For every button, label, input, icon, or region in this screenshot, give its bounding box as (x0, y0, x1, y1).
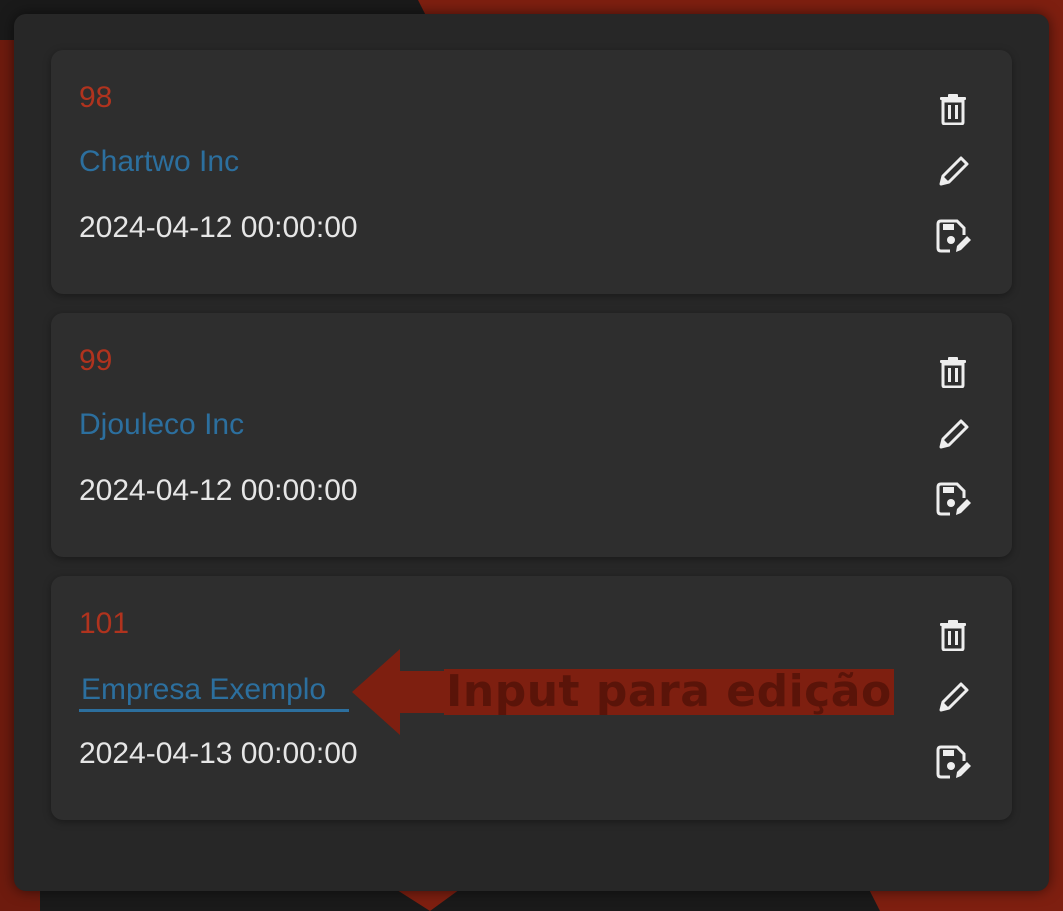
record-date: 2024-04-12 00:00:00 (79, 211, 358, 244)
app-root: { "records": [ {"id": "98", "name": "Cha… (0, 0, 1063, 911)
record-id: 101 (79, 607, 130, 640)
save-edit-icon (936, 745, 971, 779)
record-card: 98 Chartwo Inc 2024-04-12 00:00:00 (51, 50, 1012, 294)
record-card: 99 Djouleco Inc 2024-04-12 00:00:00 (51, 313, 1012, 557)
record-date: 2024-04-12 00:00:00 (79, 474, 358, 507)
delete-button[interactable] (931, 350, 975, 394)
delete-button[interactable] (931, 87, 975, 131)
trash-icon (940, 357, 966, 388)
record-name: Chartwo Inc (79, 145, 240, 178)
edit-button[interactable] (931, 676, 975, 720)
annotation-callout: Input para edição (352, 649, 894, 735)
pencil-icon (939, 682, 969, 712)
record-name: Djouleco Inc (79, 408, 245, 441)
save-edit-icon (936, 482, 971, 516)
save-button[interactable] (931, 214, 975, 258)
save-edit-icon (936, 219, 971, 253)
edit-button[interactable] (931, 150, 975, 194)
edit-button[interactable] (931, 413, 975, 457)
record-name-input[interactable] (79, 671, 349, 712)
trash-icon (940, 94, 966, 125)
record-id: 99 (79, 344, 113, 377)
delete-button[interactable] (931, 613, 975, 657)
record-id: 98 (79, 81, 113, 114)
save-button[interactable] (931, 477, 975, 521)
arrow-left-icon (352, 649, 452, 735)
save-button[interactable] (931, 740, 975, 784)
pencil-icon (939, 156, 969, 186)
record-date: 2024-04-13 00:00:00 (79, 737, 358, 770)
trash-icon (940, 620, 966, 651)
pencil-icon (939, 419, 969, 449)
annotation-label: Input para edição (444, 666, 894, 717)
